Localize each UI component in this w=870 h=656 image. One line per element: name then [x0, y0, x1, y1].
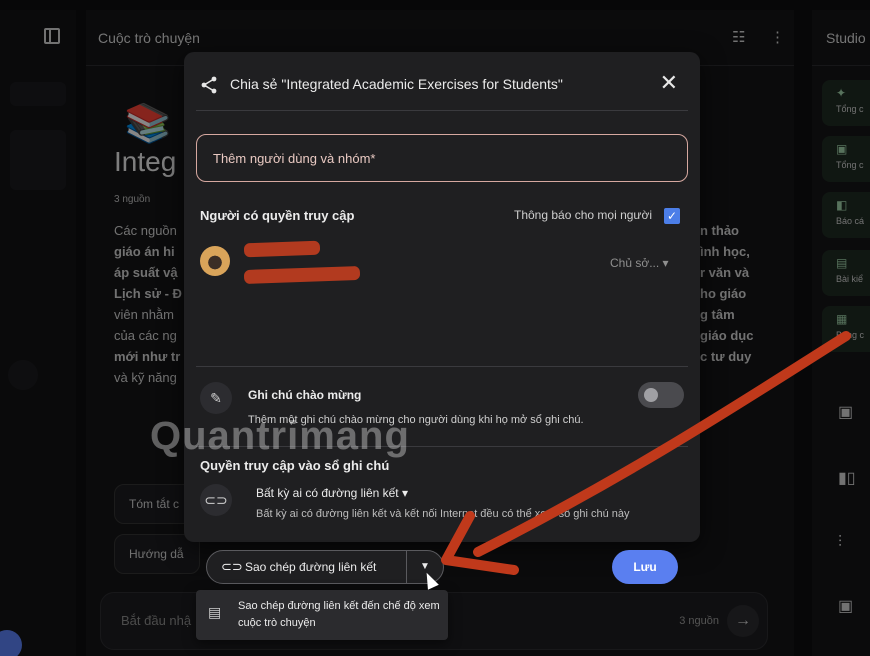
copy-link-menu: ▤ Sao chép đường liên kết đến chế độ xem… [196, 590, 448, 640]
watermark-text: uantrimang [182, 414, 410, 458]
link-icon: ⊂⊃ [200, 484, 232, 516]
welcome-note-title: Ghi chú chào mừng [248, 388, 362, 402]
redacted-name [243, 240, 321, 258]
notify-checkbox[interactable]: ✓ [664, 208, 680, 224]
share-dialog: Chia sẻ "Integrated Academic Exercises f… [184, 52, 700, 542]
notebook-access-heading: Quyền truy cập vào sổ ghi chú [200, 458, 390, 473]
divider [196, 110, 688, 111]
chat-icon: ▤ [208, 604, 222, 620]
general-access-dropdown[interactable]: Bất kỳ ai có đường liên kết ▾ [256, 486, 408, 500]
add-people-field[interactable] [196, 134, 688, 182]
copy-chat-link-menu-item[interactable]: Sao chép đường liên kết đến chế độ xem c… [238, 598, 444, 632]
close-icon[interactable]: ✕ [660, 70, 678, 96]
copy-link-split-button: ⊂⊃ Sao chép đường liên kết ▼ [206, 550, 444, 584]
general-access-label: Bất kỳ ai có đường liên kết [256, 486, 399, 500]
role-dropdown[interactable]: Chủ sở... ▾ [610, 256, 669, 270]
divider [196, 366, 688, 367]
save-button[interactable]: Lưu [612, 550, 678, 584]
watermark-logo: Quantrimang [150, 414, 410, 458]
copy-link-button[interactable]: ⊂⊃ Sao chép đường liên kết [207, 551, 407, 583]
avatar [200, 246, 230, 276]
redacted-email [243, 265, 361, 285]
copy-link-label: Sao chép đường liên kết [245, 560, 377, 574]
welcome-note-toggle[interactable] [638, 382, 684, 408]
people-access-heading: Người có quyền truy cập [200, 208, 355, 223]
link-icon: ⊂⊃ [221, 559, 243, 574]
general-access-description: Bất kỳ ai có đường liên kết và kết nối I… [256, 508, 630, 520]
role-label: Chủ sở... [610, 256, 660, 270]
welcome-note-icon: ✎ [200, 382, 232, 414]
dialog-title: Chia sẻ "Integrated Academic Exercises f… [230, 76, 563, 92]
notify-label: Thông báo cho mọi người [514, 208, 652, 222]
share-icon [201, 76, 217, 94]
add-people-input[interactable] [197, 135, 687, 181]
